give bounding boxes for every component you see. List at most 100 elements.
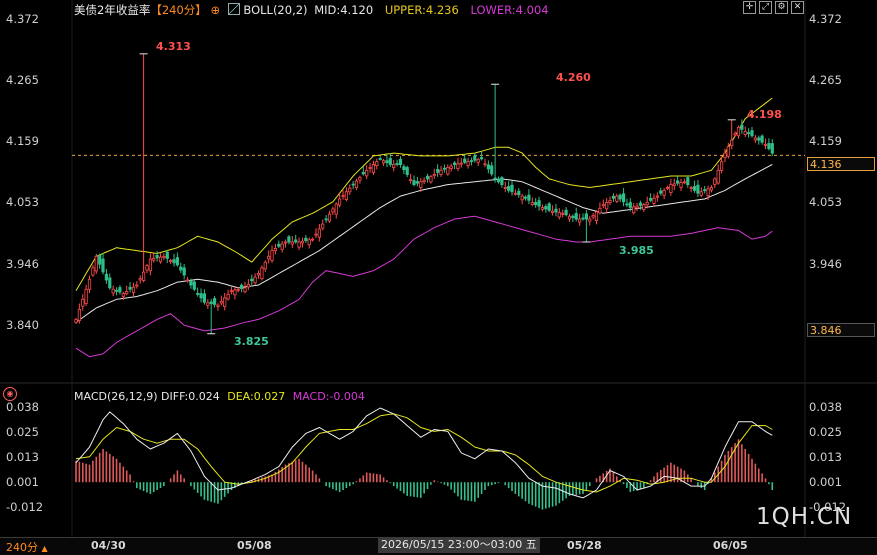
candle <box>750 126 754 138</box>
expand-icon[interactable]: ⤢ <box>759 1 772 14</box>
candle <box>736 125 741 139</box>
candle <box>486 160 491 174</box>
candle-body <box>165 251 169 259</box>
candle-body <box>155 254 159 259</box>
candle <box>591 213 595 220</box>
close-icon[interactable]: ✕ <box>791 1 804 14</box>
candle-body <box>310 238 315 241</box>
candle-body <box>544 206 548 210</box>
period-menu-icon[interactable]: ⊕ <box>210 3 220 17</box>
candle-body <box>152 258 156 261</box>
candle <box>561 209 565 218</box>
candle-body <box>659 190 663 194</box>
candle-body <box>730 139 734 146</box>
candle-body <box>395 163 399 165</box>
candle-body <box>84 288 88 304</box>
candle-body <box>219 301 223 304</box>
period-selector[interactable]: 240分 ▲ <box>6 539 48 555</box>
candle <box>246 279 250 290</box>
candle-body <box>192 281 196 290</box>
candle-body <box>81 298 85 307</box>
candle <box>321 219 325 231</box>
x-tick-1: 05/08 <box>237 539 272 552</box>
candle <box>283 239 288 248</box>
candle-body <box>185 279 190 282</box>
candle <box>104 268 108 284</box>
candle-body <box>459 162 463 165</box>
candle <box>676 176 680 186</box>
candle-body <box>432 174 436 177</box>
candle-body <box>368 166 372 169</box>
candle-body <box>733 133 737 136</box>
candle <box>665 185 670 191</box>
candle-body <box>287 236 291 243</box>
candle-body <box>517 190 521 196</box>
candle <box>378 156 382 161</box>
candle-body <box>767 142 771 150</box>
candle-body <box>392 164 396 168</box>
candle <box>118 285 122 295</box>
candle-body <box>679 182 683 188</box>
candle-body <box>632 206 636 214</box>
candle-body <box>692 186 697 191</box>
candle-body <box>256 273 261 276</box>
period-label[interactable]: 【240分】 <box>150 3 206 17</box>
candle-body <box>108 277 112 289</box>
candle <box>476 157 480 167</box>
candle-body <box>578 218 582 223</box>
candle <box>510 180 514 196</box>
macd-hist-value: MACD:-0.004 <box>292 390 365 403</box>
candle-body <box>226 293 230 300</box>
candle <box>290 236 294 248</box>
candle-body <box>635 205 639 209</box>
candle <box>425 173 430 183</box>
candle <box>605 198 609 214</box>
crosshair-icon[interactable]: ✛ <box>743 1 756 14</box>
candle <box>682 178 687 185</box>
indicator-toggle-icon[interactable]: ◉ <box>3 387 17 401</box>
candle <box>263 260 267 272</box>
boll-upper-line <box>75 97 773 291</box>
candle-body <box>101 258 105 273</box>
candle-body <box>706 188 710 196</box>
current-price-box: 4.136 <box>807 157 875 171</box>
candle-body <box>216 304 220 307</box>
candle <box>574 207 578 222</box>
right-tick-2: 4.159 <box>809 134 842 148</box>
candle <box>267 250 271 264</box>
candle-body <box>422 179 426 183</box>
candle <box>415 177 420 187</box>
candle-body <box>642 204 646 210</box>
candle <box>615 193 619 204</box>
candle <box>713 177 717 189</box>
indicator-icon[interactable] <box>227 3 240 15</box>
candle-body <box>743 131 747 136</box>
candle-body <box>655 195 660 198</box>
candle <box>250 274 254 286</box>
chart-header: 美债2年收益率【240分】 ⊕ BOLL(20,2) MID:4.120 UPP… <box>74 2 549 18</box>
candle <box>611 193 616 203</box>
candle <box>703 185 707 194</box>
candle-body <box>713 178 717 185</box>
candle <box>733 131 737 137</box>
candle-body <box>527 194 531 201</box>
candle-body <box>483 163 487 166</box>
candle <box>747 128 751 138</box>
candle-body <box>584 213 589 220</box>
candle-body <box>283 241 288 244</box>
candle <box>730 119 734 150</box>
candle-body <box>699 191 703 196</box>
candle-body <box>645 202 649 206</box>
candle <box>243 282 247 294</box>
candle <box>659 187 663 196</box>
candle-body <box>540 207 545 210</box>
left-tick-0: 4.372 <box>6 12 39 26</box>
candle-body <box>740 124 744 130</box>
candle-body <box>676 180 680 184</box>
candle <box>314 228 318 239</box>
candle-body <box>270 250 274 261</box>
settings-icon[interactable]: ⚙ <box>775 1 788 14</box>
candle <box>490 161 494 177</box>
candle-body <box>490 165 494 175</box>
candle-body <box>615 195 619 202</box>
